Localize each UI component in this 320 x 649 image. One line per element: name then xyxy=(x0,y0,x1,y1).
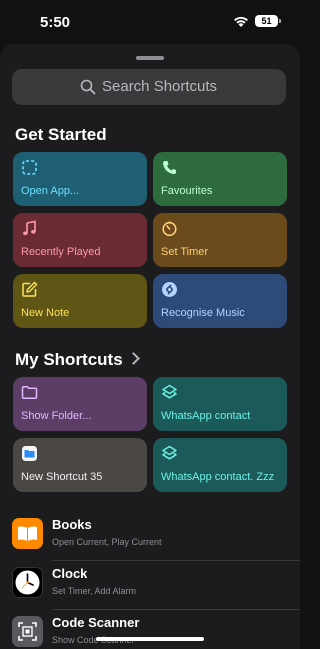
status-time: 5:50 xyxy=(40,14,71,31)
tile-recognise-music[interactable]: Recognise Music xyxy=(153,274,287,328)
tile-label: New Note xyxy=(21,307,70,319)
tile-label: Open App... xyxy=(21,185,80,197)
app-row-clock[interactable]: Clock Set Timer, Add Alarm xyxy=(0,561,300,610)
search-icon xyxy=(80,79,96,95)
app-name: Code Scanner xyxy=(52,615,140,630)
shortcut-layers-icon xyxy=(162,384,177,399)
tile-label: New Shortcut 35 xyxy=(21,471,103,483)
battery-level: 51 xyxy=(261,16,272,26)
sheet-grabber[interactable] xyxy=(136,56,164,60)
app-name: Books xyxy=(52,517,92,532)
tile-favourites[interactable]: Favourites xyxy=(153,152,287,206)
app-name: Clock xyxy=(52,566,88,581)
phone-icon xyxy=(163,161,176,174)
tile-recently-played[interactable]: Recently Played xyxy=(13,213,147,267)
tile-label: Set Timer xyxy=(161,246,209,258)
tile-whatsapp-contact[interactable]: WhatsApp contact xyxy=(153,377,287,431)
app-row-code-scanner[interactable]: Code Scanner Show Code Scanner xyxy=(0,610,300,649)
my-shortcuts-header[interactable]: My Shortcuts xyxy=(15,350,140,370)
tile-label: Recently Played xyxy=(21,246,101,258)
tile-label: WhatsApp contact xyxy=(161,410,251,422)
tile-open-app[interactable]: Open App... xyxy=(13,152,147,206)
files-icon xyxy=(22,446,37,461)
tile-label: Favourites xyxy=(161,185,213,197)
chevron-right-icon xyxy=(126,352,140,365)
my-shortcuts-title: My Shortcuts xyxy=(15,350,123,369)
dashed-square-icon xyxy=(22,160,37,175)
music-note-icon xyxy=(23,220,36,236)
folder-icon xyxy=(21,385,38,400)
tile-label: Show Folder... xyxy=(21,410,92,422)
shazam-icon xyxy=(162,282,177,297)
tile-label: WhatsApp contact. Zzz xyxy=(161,471,275,483)
battery-icon: 51 xyxy=(255,15,281,27)
get-started-title: Get Started xyxy=(15,125,107,144)
tile-show-folder[interactable]: Show Folder... xyxy=(13,377,147,431)
shortcut-layers-icon xyxy=(162,445,177,460)
home-indicator[interactable] xyxy=(96,637,204,641)
timer-icon xyxy=(162,221,177,237)
books-icon xyxy=(12,518,43,549)
app-actions: Open Current, Play Current xyxy=(52,537,162,547)
tile-label: Recognise Music xyxy=(161,307,245,319)
code-scanner-icon xyxy=(12,616,43,647)
search-input[interactable]: Search Shortcuts xyxy=(12,69,286,105)
compose-icon xyxy=(22,281,38,297)
tile-whatsapp-contact-zzz[interactable]: WhatsApp contact. Zzz xyxy=(153,438,287,492)
shortcuts-sheet: Search Shortcuts Get Started Open App...… xyxy=(0,44,300,649)
tile-new-note[interactable]: New Note xyxy=(13,274,147,328)
clock-icon xyxy=(12,567,43,598)
status-bar: 5:50 51 xyxy=(0,0,300,44)
tile-new-shortcut-35[interactable]: New Shortcut 35 xyxy=(13,438,147,492)
search-placeholder: Search Shortcuts xyxy=(102,78,218,95)
app-actions: Set Timer, Add Alarm xyxy=(52,586,137,596)
app-row-books[interactable]: Books Open Current, Play Current xyxy=(0,512,300,561)
wifi-icon xyxy=(234,16,248,27)
tile-set-timer[interactable]: Set Timer xyxy=(153,213,287,267)
